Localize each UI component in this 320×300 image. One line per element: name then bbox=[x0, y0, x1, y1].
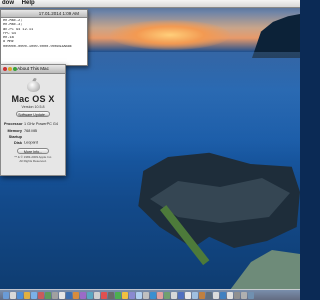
spec-startup-disk: Startup Disk Leopard bbox=[1, 135, 65, 146]
dock-app-icon[interactable] bbox=[52, 291, 58, 299]
spec-label: Memory bbox=[7, 128, 22, 133]
dock-app-icon[interactable] bbox=[80, 291, 86, 299]
dock-app-icon[interactable] bbox=[45, 291, 51, 299]
dock-app-icon[interactable] bbox=[206, 291, 212, 299]
dock-app-icon[interactable] bbox=[241, 291, 247, 299]
dock-app-icon[interactable] bbox=[248, 291, 254, 299]
dock-app-icon[interactable] bbox=[59, 291, 65, 299]
dock-app-icon[interactable] bbox=[192, 291, 198, 299]
dock-app-icon[interactable] bbox=[38, 291, 44, 299]
dock-app-icon[interactable] bbox=[220, 291, 226, 299]
os-name: Mac OS X bbox=[11, 94, 55, 104]
menu-bar: dow Help bbox=[0, 0, 300, 8]
dock-app-icon[interactable] bbox=[31, 291, 37, 299]
dock-app-icon[interactable] bbox=[3, 291, 9, 299]
dock-app-icon[interactable] bbox=[10, 291, 16, 299]
spec-label: Processor bbox=[4, 122, 23, 126]
close-window-button[interactable] bbox=[3, 67, 7, 71]
about-window-titlebar[interactable]: About This Mac bbox=[1, 65, 65, 74]
dock-app-icon[interactable] bbox=[73, 291, 79, 299]
dock-app-icon[interactable] bbox=[227, 291, 233, 299]
dock-app-icon[interactable] bbox=[66, 291, 72, 299]
more-info-button[interactable]: More Info... bbox=[17, 148, 49, 154]
sunset-glow bbox=[110, 20, 230, 50]
os-version: Version 10.5.8 bbox=[21, 105, 45, 109]
dock-app-icon[interactable] bbox=[234, 291, 240, 299]
info-text: en-Mac-2; en-Mac-3; ac-PC G4 12.11 rPC G… bbox=[1, 18, 87, 50]
dock-app-icon[interactable] bbox=[213, 291, 219, 299]
menu-item-window[interactable]: dow bbox=[2, 0, 14, 6]
info-window[interactable]: 17.01.2014 1:09 AM en-Mac-2; en-Mac-3; a… bbox=[0, 9, 88, 66]
info-line: 000000-0000-1000-0000-000D93AB8E bbox=[3, 44, 73, 49]
dock-app-icon[interactable] bbox=[150, 291, 156, 299]
copyright-text: ™ & © 1983-2009 Apple Inc. All Rights Re… bbox=[1, 155, 65, 163]
apple-logo-icon bbox=[26, 77, 40, 92]
dock-app-icon[interactable] bbox=[122, 291, 128, 299]
dock-app-icon[interactable] bbox=[17, 291, 23, 299]
dock-app-icon[interactable] bbox=[108, 291, 114, 299]
copyright-line: All Rights Reserved. bbox=[19, 158, 47, 163]
dock-app-icon[interactable] bbox=[185, 291, 191, 299]
about-window-title: About This Mac bbox=[17, 66, 49, 71]
dock-app-icon[interactable] bbox=[164, 291, 170, 299]
spec-processor: Processor1 GHz PowerPC G4 bbox=[1, 122, 65, 128]
shoreline bbox=[230, 250, 300, 290]
dock-app-icon[interactable] bbox=[143, 291, 149, 299]
dock-app-icon[interactable] bbox=[199, 291, 205, 299]
spec-value: 1 GHz PowerPC G4 bbox=[24, 122, 58, 126]
info-window-title[interactable]: 17.01.2014 1:09 AM bbox=[1, 10, 87, 18]
menu-item-help[interactable]: Help bbox=[22, 0, 35, 6]
spec-memory: Memory 768 MB bbox=[1, 129, 65, 135]
zoom-window-button[interactable] bbox=[13, 67, 17, 71]
dock-app-icon[interactable] bbox=[171, 291, 177, 299]
dock-app-icon[interactable] bbox=[24, 291, 30, 299]
spec-value: Leopard bbox=[24, 140, 38, 145]
about-this-mac-window[interactable]: About This Mac Mac OS X Version 10.5.8 S… bbox=[0, 64, 66, 176]
dock-app-icon[interactable] bbox=[101, 291, 107, 299]
dock-app-icon[interactable] bbox=[115, 291, 121, 299]
dock-app-icon[interactable] bbox=[136, 291, 142, 299]
dock-app-icon[interactable] bbox=[94, 291, 100, 299]
dock-app-icon[interactable] bbox=[157, 291, 163, 299]
dock bbox=[0, 289, 300, 300]
dock-app-icon[interactable] bbox=[129, 291, 135, 299]
dock-app-icon[interactable] bbox=[87, 291, 93, 299]
dock-app-icon[interactable] bbox=[178, 291, 184, 299]
spec-label: Startup Disk bbox=[8, 135, 22, 145]
minimize-window-button[interactable] bbox=[8, 67, 12, 71]
spec-value: 768 MB bbox=[24, 128, 38, 133]
software-update-button[interactable]: Software Update... bbox=[16, 111, 50, 117]
